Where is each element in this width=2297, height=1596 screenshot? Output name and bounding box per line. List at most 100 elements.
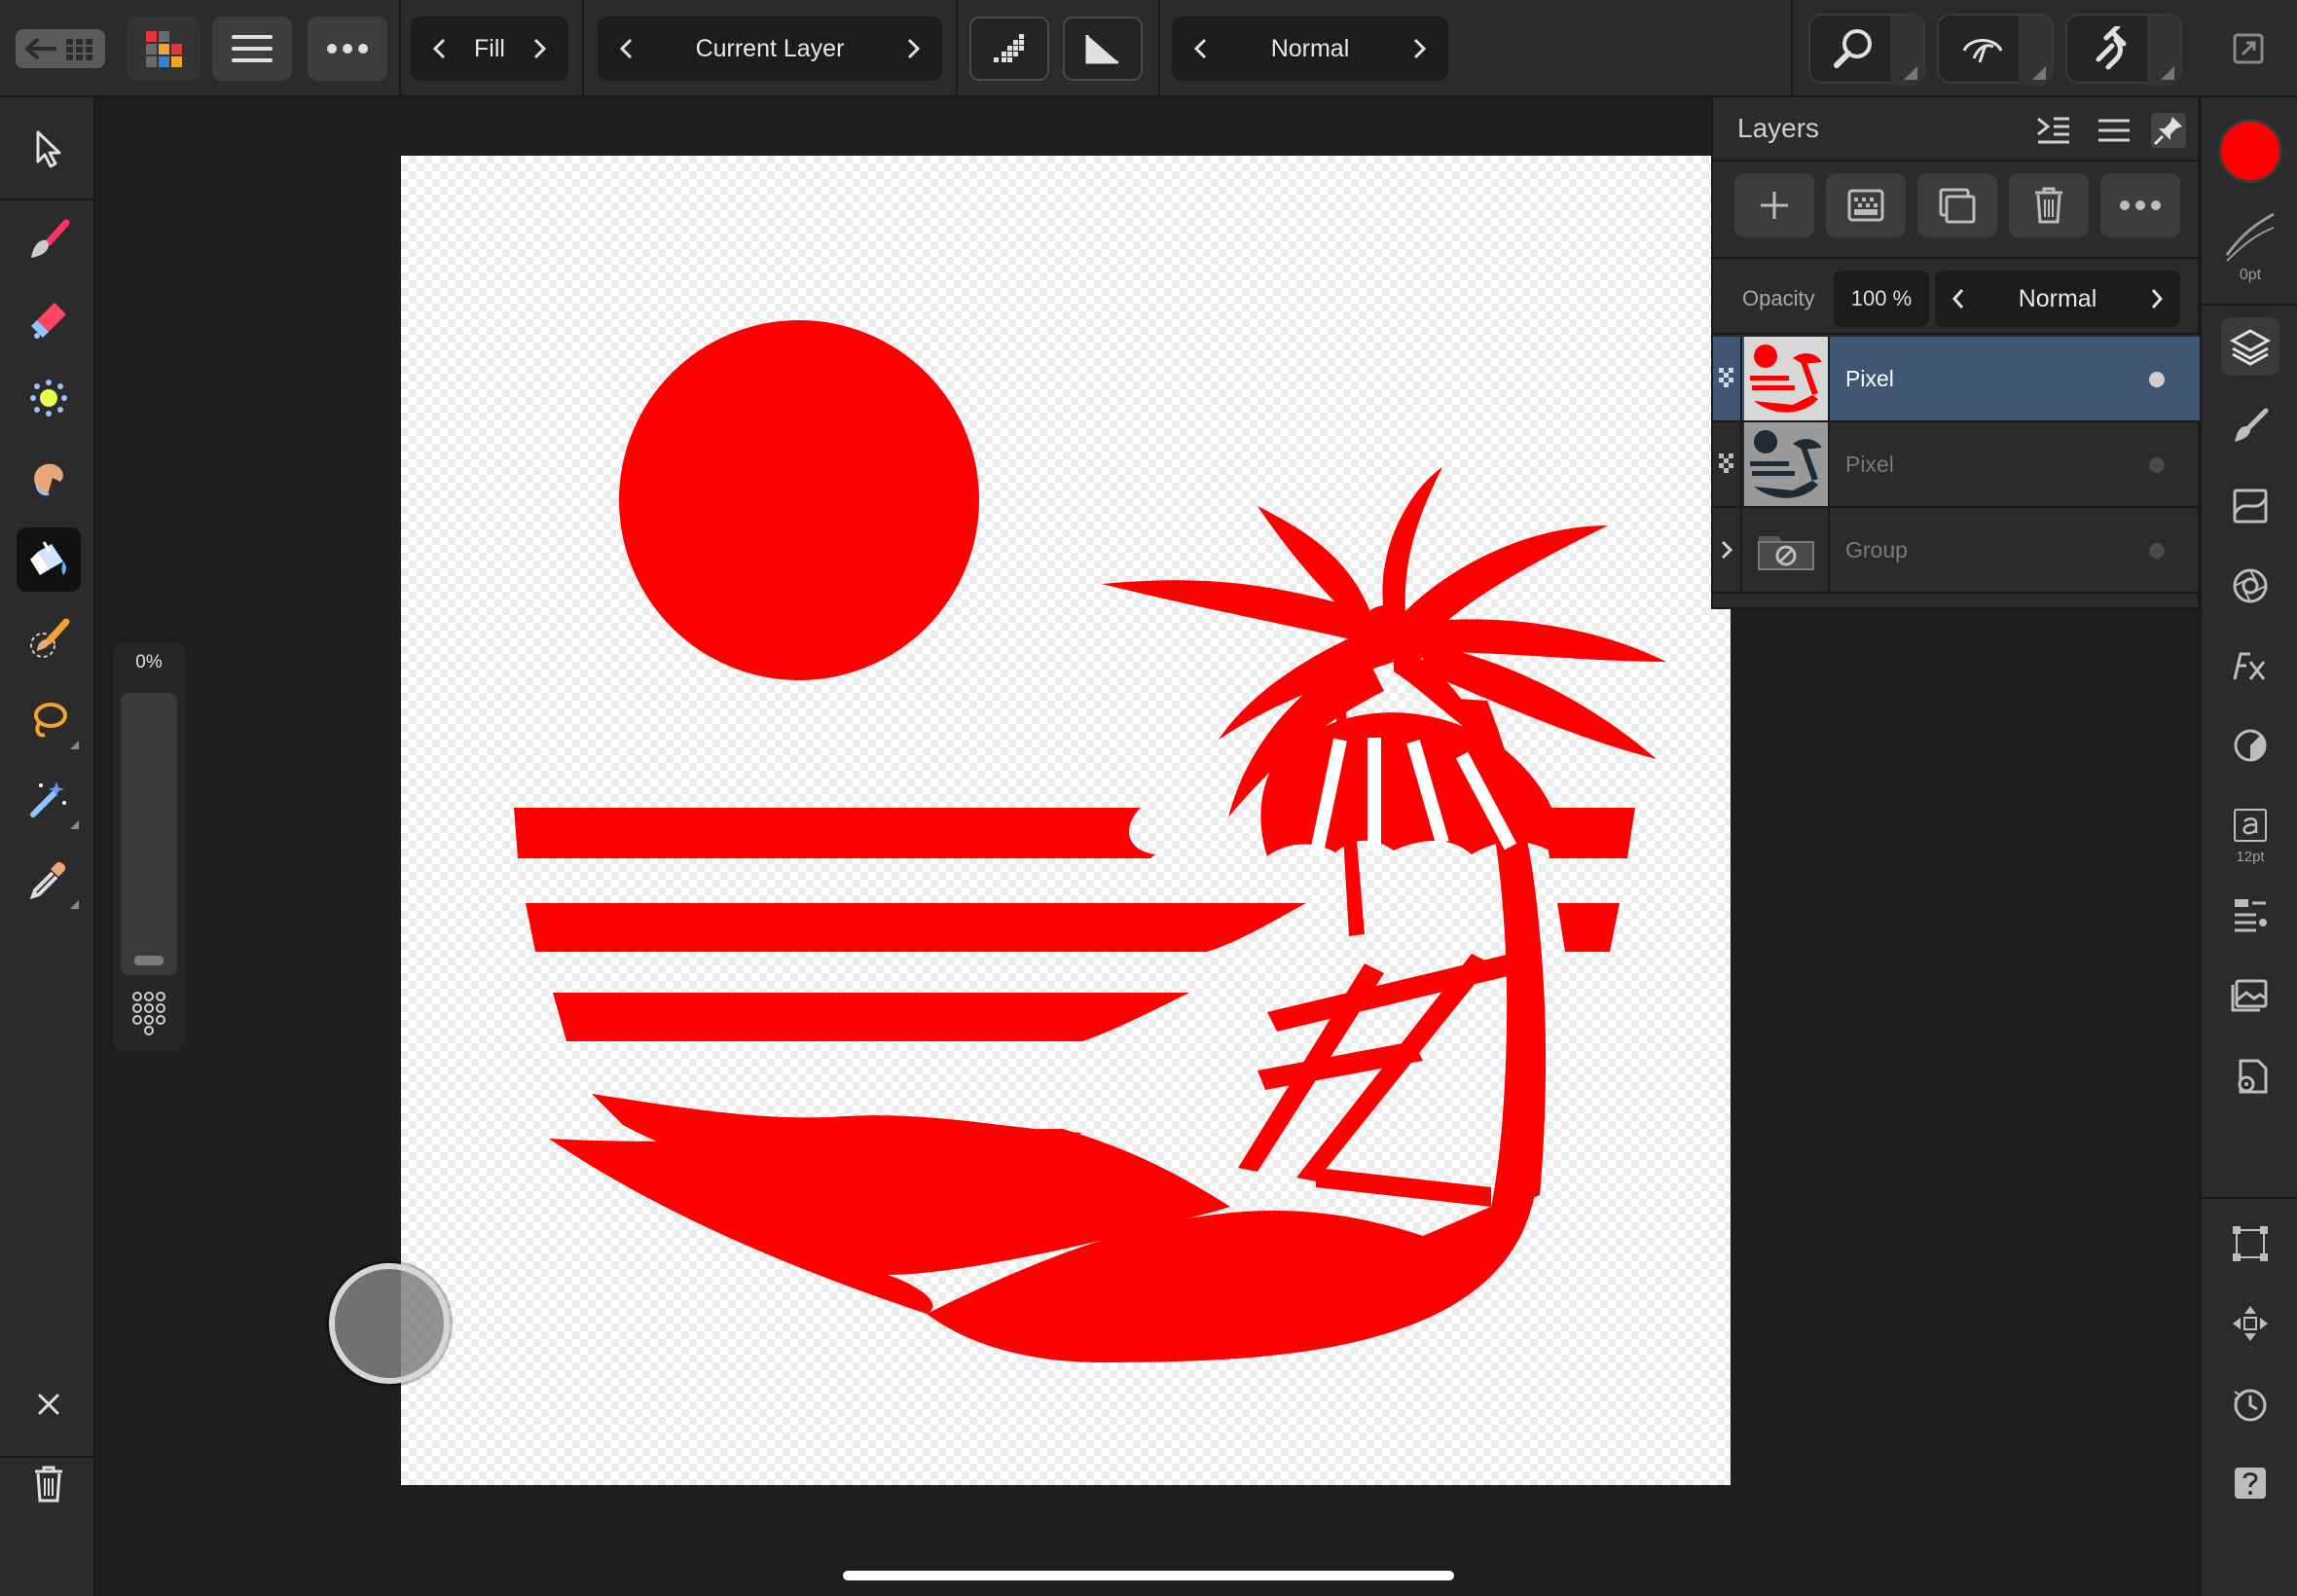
live-filters-studio-button[interactable] <box>2221 557 2279 615</box>
layer-name: Pixel <box>1845 452 1894 477</box>
brush-opacity-slider[interactable]: 0% <box>113 642 185 1051</box>
snapping-button[interactable] <box>2065 14 2182 86</box>
paint-brush-tool[interactable] <box>17 208 81 272</box>
persona-button[interactable] <box>127 17 201 81</box>
chevron-right-icon[interactable] <box>901 32 925 65</box>
duplicate-layer-button[interactable] <box>1917 173 1997 237</box>
pin-panel-icon[interactable] <box>2149 111 2188 150</box>
layer-visibility-dot[interactable] <box>2149 372 2165 387</box>
mask-layer-icon <box>1847 189 1884 222</box>
layer-options-button[interactable] <box>2100 173 2180 237</box>
delete-layer-button[interactable] <box>2009 173 2089 237</box>
layer-drag-handle[interactable] <box>1713 422 1742 506</box>
brushes-studio-button[interactable] <box>2221 397 2279 455</box>
fill-mode-label: Fill <box>474 34 505 62</box>
blend-mode-stepper[interactable]: Normal <box>1172 17 1448 81</box>
blend-mode-label: Normal <box>1270 34 1350 62</box>
assistant-button[interactable] <box>1937 14 2054 86</box>
tolerance-button[interactable] <box>969 17 1049 81</box>
chevron-left-icon[interactable] <box>1189 32 1213 65</box>
layer-row[interactable]: Pixel <box>1713 422 2200 508</box>
text-size-label: 12pt <box>2236 849 2265 865</box>
more-button[interactable] <box>308 17 387 81</box>
layer-thumbnail <box>1744 337 1830 420</box>
layer-opacity-row: Opacity 100 % Normal <box>1713 257 2200 335</box>
close-tool-button[interactable] <box>17 1372 81 1436</box>
fill-mode-stepper[interactable]: Fill <box>411 17 568 81</box>
brush-selection-icon <box>30 618 70 658</box>
add-mask-button[interactable] <box>1826 173 1906 237</box>
layers-studio-button[interactable] <box>2221 317 2279 376</box>
add-layer-button[interactable] <box>1734 173 1814 237</box>
assets-studio-button[interactable] <box>2221 886 2279 944</box>
flood-fill-tool[interactable] <box>17 527 81 592</box>
panel-menu-icon[interactable] <box>2095 111 2133 150</box>
slider-handle[interactable] <box>134 956 164 965</box>
help-button[interactable] <box>2221 1454 2279 1512</box>
plus-icon <box>1761 192 1788 219</box>
slider-value: 0% <box>135 652 163 672</box>
magnifier-icon <box>1834 29 1872 68</box>
text-styles-studio-button[interactable] <box>2221 796 2279 854</box>
selection-brush-lasso-tool[interactable] <box>17 607 81 671</box>
chevron-right-icon[interactable] <box>1407 32 1431 65</box>
close-icon <box>38 1394 59 1415</box>
transform-studio-button[interactable] <box>2221 1215 2279 1273</box>
erase-brush-tool[interactable] <box>17 288 81 352</box>
document-canvas[interactable] <box>401 156 1731 1485</box>
chevron-right-icon[interactable] <box>528 32 551 65</box>
history-studio-button[interactable] <box>2221 1374 2279 1433</box>
back-arrow-grid-icon <box>25 38 92 60</box>
layer-name: Pixel <box>1845 366 1894 391</box>
adjustments-studio-button[interactable] <box>2221 477 2279 535</box>
primary-color-swatch[interactable] <box>2218 119 2282 183</box>
selection-brush-tool[interactable] <box>17 366 81 430</box>
navigator-studio-button[interactable] <box>2221 1294 2279 1353</box>
color-picker-tool[interactable] <box>17 847 81 911</box>
settings-studio-button[interactable] <box>2221 1047 2279 1106</box>
freehand-selection-tool[interactable] <box>17 687 81 751</box>
eraser-icon <box>31 303 66 339</box>
menu-button[interactable] <box>212 17 292 81</box>
stroke-width-button[interactable] <box>2223 204 2278 263</box>
layer-row[interactable]: Pixel <box>1713 337 2200 422</box>
group-expand-toggle[interactable] <box>1713 508 1742 592</box>
smudge-tool[interactable] <box>17 446 81 510</box>
chevron-left-icon[interactable] <box>1949 284 1968 313</box>
layer-visibility-dot[interactable] <box>2149 543 2165 559</box>
chevron-left-icon[interactable] <box>615 32 638 65</box>
assets-list-icon <box>2235 899 2267 932</box>
fx-studio-button[interactable] <box>2221 636 2279 695</box>
stock-studio-button[interactable] <box>2221 965 2279 1024</box>
opacity-value-field[interactable]: 100 % <box>1834 271 1929 327</box>
move-tool[interactable] <box>17 117 81 181</box>
layer-drag-handle[interactable] <box>1713 337 1742 420</box>
slider-options-button[interactable] <box>128 989 169 1035</box>
command-controller-button[interactable] <box>329 1263 450 1384</box>
top-toolbar: Fill Current Layer Normal <box>0 0 2297 97</box>
fullscreen-icon <box>2233 33 2264 64</box>
layer-visibility-dot[interactable] <box>2149 457 2165 473</box>
antialias-button[interactable] <box>1063 17 1143 81</box>
magic-wand-tool[interactable] <box>17 767 81 831</box>
delete-button[interactable] <box>17 1452 81 1516</box>
color-wheel-icon <box>2234 729 2267 762</box>
layer-row[interactable]: Group <box>1713 508 2200 594</box>
image-stack-icon <box>2231 979 2268 1012</box>
more-dots-icon <box>2120 200 2161 210</box>
home-indicator[interactable] <box>843 1571 1454 1580</box>
chevron-right-icon[interactable] <box>2147 284 2167 313</box>
pixel-persona-icon <box>146 31 182 67</box>
slider-track[interactable] <box>121 693 177 975</box>
gallery-back-button[interactable] <box>16 29 105 68</box>
fullscreen-button[interactable] <box>2219 17 2278 81</box>
layer-thumbnail <box>1744 508 1830 592</box>
color-studio-button[interactable] <box>2221 716 2279 775</box>
chevron-left-icon[interactable] <box>428 32 452 65</box>
finger-smudge-icon <box>34 463 63 496</box>
collapse-panel-icon[interactable] <box>2034 111 2073 150</box>
layers-stack-icon <box>2229 329 2272 366</box>
layer-blend-mode-stepper[interactable]: Normal <box>1935 271 2180 327</box>
source-layer-stepper[interactable]: Current Layer <box>598 17 942 81</box>
view-zoom-button[interactable] <box>1808 14 1925 86</box>
